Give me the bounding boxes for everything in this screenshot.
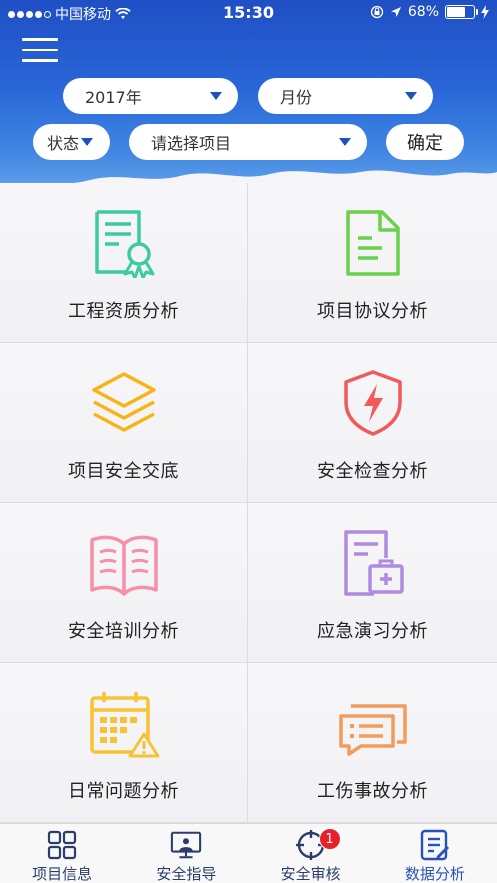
notification-badge: 1	[318, 828, 341, 850]
tile-label: 工程资质分析	[68, 301, 179, 322]
status-select-value: 状态	[47, 134, 80, 153]
chevron-down-icon	[339, 138, 351, 146]
bottom-tab-bar: 项目信息 安全指导 1 安全审核 数据分析	[0, 823, 497, 883]
grid-icon	[46, 829, 78, 861]
tab-label: 安全指导	[156, 865, 217, 883]
analysis-grid: 工程资质分析 项目协议分析 项目安全交底 安全检查分析 安全培训分析 应急演习分…	[0, 183, 497, 823]
chevron-down-icon	[210, 92, 222, 100]
message-alert-icon	[337, 687, 409, 759]
tile-injury-accidents[interactable]: 工伤事故分析	[248, 663, 497, 823]
data-report-icon	[419, 829, 451, 861]
status-select[interactable]: 状态	[33, 124, 110, 160]
tile-label: 项目安全交底	[68, 461, 179, 482]
layers-icon	[88, 367, 160, 439]
shield-lightning-icon	[337, 367, 409, 439]
tile-label: 日常问题分析	[68, 781, 179, 802]
status-bar: 中国移动 15:30 68%	[0, 0, 497, 26]
month-select-value: 月份	[280, 88, 313, 107]
rotation-lock-icon	[370, 5, 384, 19]
battery-percent: 68%	[407, 4, 439, 20]
chevron-down-icon	[81, 138, 94, 146]
tab-label: 安全审核	[280, 865, 341, 883]
project-select[interactable]: 请选择项目	[129, 124, 367, 160]
tile-label: 项目协议分析	[317, 301, 428, 322]
medical-kit-icon	[337, 527, 409, 599]
calendar-warning-icon	[88, 687, 160, 759]
battery-fill	[447, 7, 465, 17]
tile-label: 安全培训分析	[68, 621, 179, 642]
charging-bolt-icon	[481, 5, 489, 19]
year-select-value: 2017年	[85, 88, 142, 107]
document-icon	[337, 207, 409, 279]
year-select[interactable]: 2017年	[63, 78, 238, 114]
tab-project-info[interactable]: 项目信息	[0, 824, 124, 883]
chevron-down-icon	[405, 92, 417, 100]
tab-safety-review[interactable]: 1 安全审核	[249, 824, 373, 883]
battery-icon	[445, 5, 478, 19]
tab-data-analysis[interactable]: 数据分析	[373, 824, 497, 883]
header-banner: 中国移动 15:30 68% 2017年 月份 状态 请选择项目 确定	[0, 0, 497, 200]
presentation-icon	[170, 829, 202, 861]
tile-label: 应急演习分析	[317, 621, 428, 642]
tile-qualification-analysis[interactable]: 工程资质分析	[0, 183, 248, 343]
project-select-value: 请选择项目	[151, 134, 232, 153]
month-select[interactable]: 月份	[258, 78, 433, 114]
location-arrow-icon	[390, 7, 401, 17]
tab-safety-guidance[interactable]: 安全指导	[124, 824, 248, 883]
tab-label: 数据分析	[404, 865, 465, 883]
certificate-icon	[88, 207, 160, 279]
tile-label: 安全检查分析	[317, 461, 428, 482]
tile-safety-inspection[interactable]: 安全检查分析	[248, 343, 497, 503]
confirm-button[interactable]: 确定	[386, 124, 464, 160]
tile-daily-issues[interactable]: 日常问题分析	[0, 663, 248, 823]
tile-safety-briefing[interactable]: 项目安全交底	[0, 343, 248, 503]
tile-emergency-drill[interactable]: 应急演习分析	[248, 503, 497, 663]
tab-label: 项目信息	[32, 865, 93, 883]
open-book-icon	[88, 527, 160, 599]
tile-agreement-analysis[interactable]: 项目协议分析	[248, 183, 497, 343]
menu-icon[interactable]	[22, 38, 58, 64]
tile-safety-training[interactable]: 安全培训分析	[0, 503, 248, 663]
tile-label: 工伤事故分析	[317, 781, 428, 802]
status-right: 68%	[370, 4, 489, 20]
